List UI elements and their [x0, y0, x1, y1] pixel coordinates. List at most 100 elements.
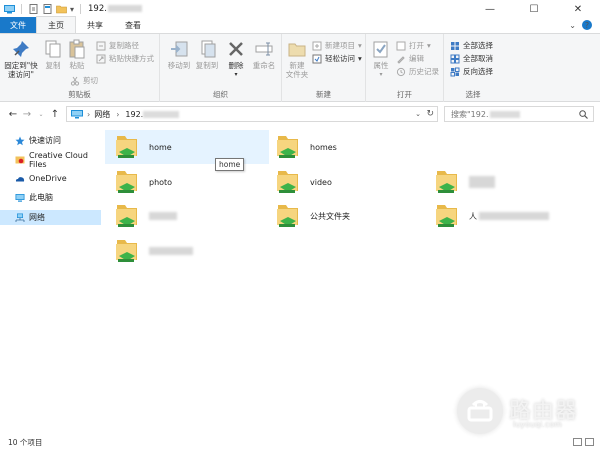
shared-folder-icon [436, 205, 457, 227]
edit-icon [397, 55, 405, 64]
easy-access-icon [312, 54, 322, 63]
tab-file[interactable]: 文件 [0, 17, 36, 33]
address-bar[interactable]: › 网络 › 192. ⌄ ↻ [66, 106, 438, 122]
item-label: homes [310, 142, 337, 152]
details-view-icon[interactable] [573, 438, 582, 446]
move-to-icon [171, 41, 188, 57]
expand-ribbon-icon[interactable]: ⌄ [569, 21, 576, 30]
select-none-icon [450, 54, 460, 63]
tab-share[interactable]: 共享 [76, 17, 114, 33]
network-folder-public[interactable]: 公共文件夹 [266, 199, 430, 233]
breadcrumb-separator: › [87, 109, 91, 119]
select-group: 全部选择 全部取消 反向选择 选择 [444, 34, 502, 102]
forward-button[interactable]: → [20, 109, 34, 120]
back-button[interactable]: ← [6, 109, 20, 120]
group-label: 剪贴板 [68, 90, 91, 99]
sidebar-item-onedrive[interactable]: OneDrive [0, 171, 101, 186]
delete-button[interactable]: 删除 ▾ [224, 39, 248, 79]
open-icon [396, 41, 406, 50]
ribbon-tabs: 文件 主页 共享 查看 ⌄ ? [0, 16, 600, 34]
open-button[interactable]: 打开 ▾ [396, 40, 431, 51]
sidebar-item-this-pc[interactable]: 此电脑 [0, 190, 101, 205]
shared-folder-icon [116, 136, 137, 158]
navigation-bar: ← → ⌄ ↑ › 网络 › 192. ⌄ ↻ 搜索"192. [0, 103, 600, 125]
network-folder-redacted[interactable]: 人 [425, 199, 589, 233]
network-folder-redacted[interactable] [105, 234, 269, 268]
status-bar: 10 个项目 [0, 434, 600, 450]
maximize-button[interactable]: ☐ [512, 0, 556, 18]
sidebar-item-network[interactable]: 网络 [0, 210, 101, 225]
paste-button[interactable]: 粘贴 [66, 39, 88, 70]
title-bar: ▾ 192. — ☐ ✕ [0, 0, 600, 18]
easy-access-button[interactable]: 轻松访问 ▾ [312, 53, 362, 64]
ribbon: 固定到"快 速访问" 复制 粘贴 复制路径 粘贴快捷方式 剪切 剪贴板 移动到 … [0, 34, 600, 102]
sidebar-item-quick-access[interactable]: 快速访问 [0, 133, 101, 148]
copy-button[interactable]: 复制 [42, 39, 64, 70]
network-folder-homes[interactable]: homes [266, 130, 430, 164]
select-all-icon [451, 41, 459, 50]
group-label: 选择 [465, 90, 481, 99]
minimize-button[interactable]: — [468, 0, 512, 18]
refresh-icon[interactable]: ↻ [426, 109, 434, 119]
copy-path-icon [96, 41, 106, 50]
tooltip: home [215, 158, 245, 171]
close-button[interactable]: ✕ [556, 0, 600, 18]
copy-path-button[interactable]: 复制路径 [96, 40, 139, 51]
up-button[interactable]: ↑ [48, 109, 62, 120]
recent-locations-button[interactable]: ⌄ [34, 111, 48, 118]
new-file-icon[interactable] [42, 4, 53, 14]
window-controls: — ☐ ✕ [468, 0, 600, 18]
new-group: 新建 文件夹 新建项目 ▾ 轻松访问 ▾ 新建 [282, 34, 366, 102]
network-folder-redacted[interactable] [425, 165, 589, 199]
rename-button[interactable]: 重命名 [250, 39, 278, 70]
creative-cloud-icon [15, 156, 25, 163]
divider [80, 4, 82, 14]
new-item-icon [312, 41, 322, 50]
window-title: 192. [88, 4, 142, 14]
paste-shortcut-icon [96, 54, 106, 63]
pin-quick-access-button[interactable]: 固定到"快 速访问" [4, 39, 38, 79]
network-folder-video[interactable]: video [266, 165, 430, 199]
history-button[interactable]: 历史记录 [396, 66, 439, 77]
redacted-label [479, 212, 549, 220]
watermark: 路由器 luyouqi.com [457, 388, 587, 436]
delete-x-icon [229, 42, 243, 56]
sidebar-item-creative-cloud[interactable]: Creative Cloud Files [0, 151, 101, 169]
breadcrumb-host[interactable]: 192. [125, 110, 143, 119]
network-folder-redacted[interactable] [105, 199, 269, 233]
new-item-button[interactable]: 新建项目 ▾ [312, 40, 362, 51]
address-dropdown-icon[interactable]: ⌄ [415, 110, 421, 118]
redacted-label [149, 247, 193, 255]
select-none-button[interactable]: 全部取消 [450, 53, 493, 64]
open-group: 属性 ▾ 打开 ▾ 编辑 历史记录 打开 [366, 34, 444, 102]
scissors-icon [70, 76, 80, 86]
item-label: 公共文件夹 [310, 211, 350, 221]
breadcrumb-network[interactable]: 网络 [94, 109, 110, 120]
properties-button[interactable]: 属性 ▾ [370, 39, 392, 79]
large-icons-view-icon[interactable] [585, 438, 594, 446]
shared-folder-icon [116, 205, 137, 227]
paste-shortcut-button[interactable]: 粘贴快捷方式 [96, 53, 154, 64]
cut-button[interactable]: 剪切 [70, 75, 98, 86]
customize-quick-access-icon[interactable]: ▾ [70, 5, 74, 14]
network-folder-photo[interactable]: photo [105, 165, 269, 199]
select-all-button[interactable]: 全部选择 [450, 40, 493, 51]
tab-home[interactable]: 主页 [36, 16, 76, 33]
search-input[interactable]: 搜索"192. [444, 106, 594, 122]
new-folder-icon[interactable] [56, 4, 67, 14]
network-icon [15, 213, 25, 222]
copy-to-button[interactable]: 复制到 [194, 39, 220, 70]
redacted-label [149, 212, 177, 220]
network-folder-home[interactable]: home [105, 130, 269, 164]
tab-view[interactable]: 查看 [114, 17, 152, 33]
edit-button[interactable]: 编辑 [396, 53, 424, 64]
help-icon[interactable]: ? [582, 20, 592, 30]
new-folder-icon [288, 43, 306, 57]
new-folder-button[interactable]: 新建 文件夹 [284, 39, 310, 79]
properties-icon[interactable] [28, 4, 39, 14]
organize-group: 移动到 复制到 删除 ▾ 重命名 组织 [160, 34, 282, 102]
invert-selection-button[interactable]: 反向选择 [450, 66, 493, 77]
move-to-button[interactable]: 移动到 [166, 39, 192, 70]
search-icon [579, 110, 588, 119]
group-label: 打开 [397, 90, 412, 99]
